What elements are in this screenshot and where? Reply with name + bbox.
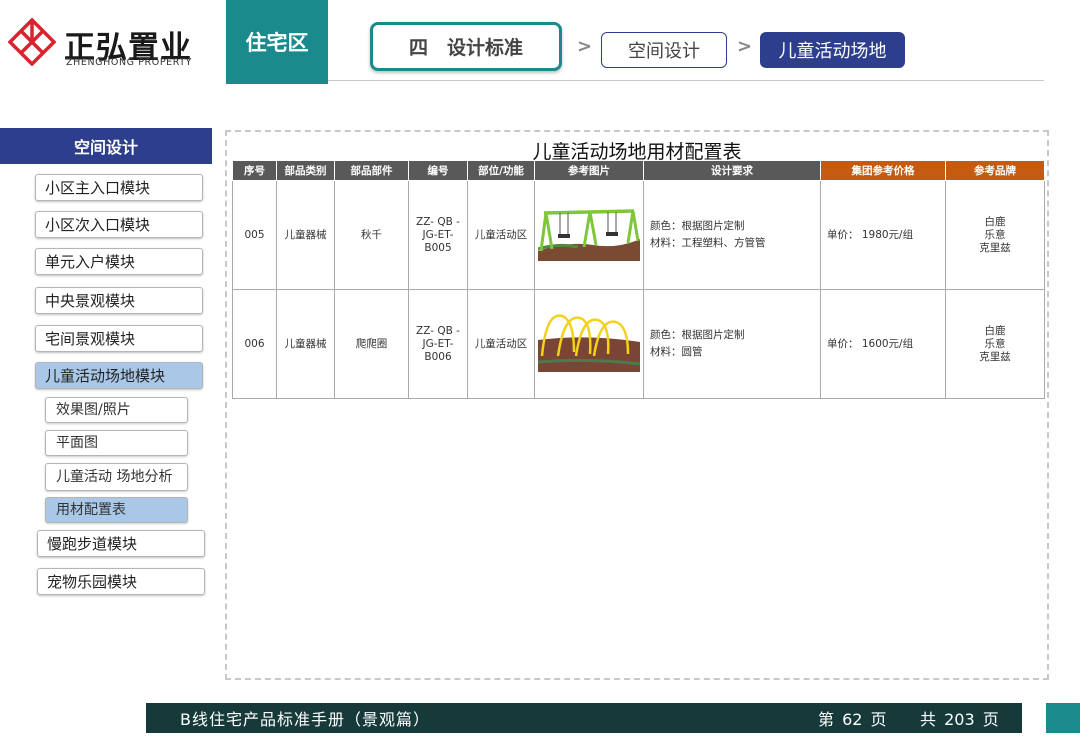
col-header-no: 序号 [232,160,277,181]
page-number: 第 62 页 [818,710,887,729]
brand-name-en: ZHENGHONG PROPERTY [66,57,193,68]
brand-name-item: 白鹿 [984,215,1006,228]
breadcrumb-current[interactable]: 儿童活动场地 [760,32,905,68]
col-header-code: 编号 [408,160,468,181]
page-total: 共 203 页 [920,710,999,729]
brand-name-item: 乐意 [984,228,1006,241]
sidebar-item-pet-park[interactable]: 宠物乐园模块 [37,568,205,595]
brand-name-item: 白鹿 [984,324,1006,337]
breadcrumb-section[interactable]: 空间设计 [601,32,727,68]
sidebar-item-main-entrance[interactable]: 小区主入口模块 [35,174,203,201]
brand-name-item: 克里兹 [979,241,1011,254]
brand-name-item: 乐意 [984,337,1006,350]
header-divider [328,80,1044,81]
table-row: 006 儿童器械 爬爬圈 ZZ- QB -JG-ET-B006 儿童活动区 颜色… [232,289,1045,399]
brand-logo: 正弘置业 ZHENGHONG PROPERTY [6,10,221,70]
col-header-brand: 参考品牌 [945,160,1045,181]
sidebar-title: 空间设计 [0,128,212,164]
cell-part: 秋千 [334,180,409,290]
requirement-color: 颜色：根据图片定制 [650,329,745,341]
cell-category: 儿童器械 [276,289,335,399]
requirement-material: 材料：圆管 [650,346,703,358]
materials-table: 序号 部品类别 部品部件 编号 部位/功能 参考图片 设计要求 集团参考价格 参… [232,160,1045,399]
cell-location: 儿童活动区 [467,289,535,399]
brand-name-item: 克里兹 [979,350,1011,363]
cell-requirements: 颜色：根据图片定制 材料：工程塑料、方管管 [643,180,821,290]
cell-requirements: 颜色：根据图片定制 材料：圆管 [643,289,821,399]
cell-brand: 白鹿 乐意 克里兹 [945,180,1045,290]
cell-category: 儿童器械 [276,180,335,290]
cell-no: 005 [232,180,277,290]
cell-code: ZZ- QB -JG-ET-B005 [408,180,468,290]
requirement-material: 材料：工程塑料、方管管 [650,237,766,249]
breadcrumb-chapter[interactable]: 四 设计标准 [370,22,562,71]
sidebar-subitem-renderings[interactable]: 效果图/照片 [45,397,188,423]
cell-location: 儿童活动区 [467,180,535,290]
cell-no: 006 [232,289,277,399]
col-header-image: 参考图片 [534,160,644,181]
footer-bar: B线住宅产品标准手册（景观篇） 第 62 页 共 203 页 [146,703,1022,733]
chevron-right-icon: > [737,36,753,57]
col-header-part: 部品部件 [334,160,409,181]
cell-code: ZZ- QB -JG-ET-B006 [408,289,468,399]
col-header-category: 部品类别 [276,160,335,181]
table-row: 005 儿童器械 秋千 ZZ- QB -JG-ET-B005 儿童活动区 颜色：… [232,180,1045,290]
requirement-color: 颜色：根据图片定制 [650,220,745,232]
sidebar-subitem-plan[interactable]: 平面图 [45,430,188,456]
sidebar-item-unit-entry[interactable]: 单元入户模块 [35,248,203,275]
footer-accent [1046,703,1080,733]
sidebar-subitem-materials[interactable]: 用材配置表 [45,497,188,523]
brand-logo-icon [8,18,56,66]
sidebar-item-central-landscape[interactable]: 中央景观模块 [35,287,203,314]
sidebar-item-children-play[interactable]: 儿童活动场地模块 [35,362,203,389]
sidebar-subitem-site-analysis[interactable]: 儿童活动 场地分析 [45,463,188,491]
sidebar-item-secondary-entrance[interactable]: 小区次入口模块 [35,211,203,238]
col-header-price: 集团参考价格 [820,160,946,181]
cell-part: 爬爬圈 [334,289,409,399]
sidebar-item-between-buildings[interactable]: 宅间景观模块 [35,325,203,352]
cell-image [534,180,644,290]
footer-title: B线住宅产品标准手册（景观篇） [180,710,430,729]
col-header-location: 部位/功能 [467,160,535,181]
cell-image [534,289,644,399]
crawl-hoops-image [537,312,641,372]
cell-brand: 白鹿 乐意 克里兹 [945,289,1045,399]
cell-price: 单价： 1600元/组 [820,289,946,399]
table-header-row: 序号 部品类别 部品部件 编号 部位/功能 参考图片 设计要求 集团参考价格 参… [232,160,1045,181]
sidebar-item-jogging[interactable]: 慢跑步道模块 [37,530,205,557]
cell-price: 单价： 1980元/组 [820,180,946,290]
zone-tab: 住宅区 [226,0,328,84]
chevron-right-icon: > [577,36,593,57]
swing-set-image [537,205,640,261]
col-header-requirements: 设计要求 [643,160,821,181]
